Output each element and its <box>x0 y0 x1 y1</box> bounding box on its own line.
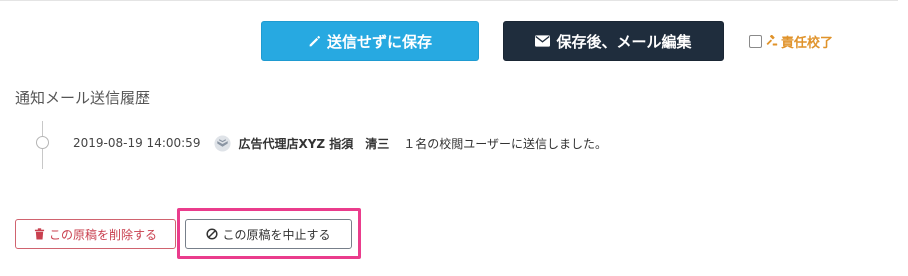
history-timestamp: 2019-08-19 14:00:59 <box>73 136 201 150</box>
cancel-manuscript-label: この原稿を中止する <box>222 227 331 242</box>
history-sender: 広告代理店XYZ 指須 清三 <box>238 136 390 151</box>
responsibility-proof-label: 責任校了 <box>781 35 834 51</box>
manuscript-actions-panel: 送信せずに保存 保存後、メール編集 責任校了 通知メール送信履歴 2019-08… <box>0 0 908 276</box>
organization-icon <box>214 134 231 152</box>
save-without-send-button[interactable]: 送信せずに保存 <box>261 21 479 61</box>
save-without-send-label: 送信せずに保存 <box>326 32 432 51</box>
save-then-edit-mail-button[interactable]: 保存後、メール編集 <box>503 21 724 61</box>
save-then-edit-mail-label: 保存後、メール編集 <box>556 32 692 51</box>
timeline-dot <box>36 136 49 149</box>
responsibility-proof-toggle[interactable]: 責任校了 <box>749 32 834 51</box>
responsibility-proof-checkbox[interactable] <box>749 34 762 48</box>
cancel-manuscript-button[interactable]: この原稿を中止する <box>185 219 352 249</box>
gavel-icon <box>765 34 778 48</box>
ban-icon <box>206 228 219 240</box>
divider <box>0 0 898 1</box>
envelope-icon <box>535 35 551 47</box>
delete-manuscript-label: この原稿を削除する <box>48 227 157 242</box>
history-entry: 2019-08-19 14:00:59 広告代理店XYZ 指須 清三 １名の校閲… <box>73 134 607 152</box>
delete-manuscript-button[interactable]: この原稿を削除する <box>15 219 176 249</box>
trash-icon <box>34 228 45 240</box>
history-message: １名の校閲ユーザーに送信しました。 <box>403 136 608 151</box>
pencil-icon <box>308 35 321 48</box>
history-title: 通知メール送信履歴 <box>15 89 151 107</box>
